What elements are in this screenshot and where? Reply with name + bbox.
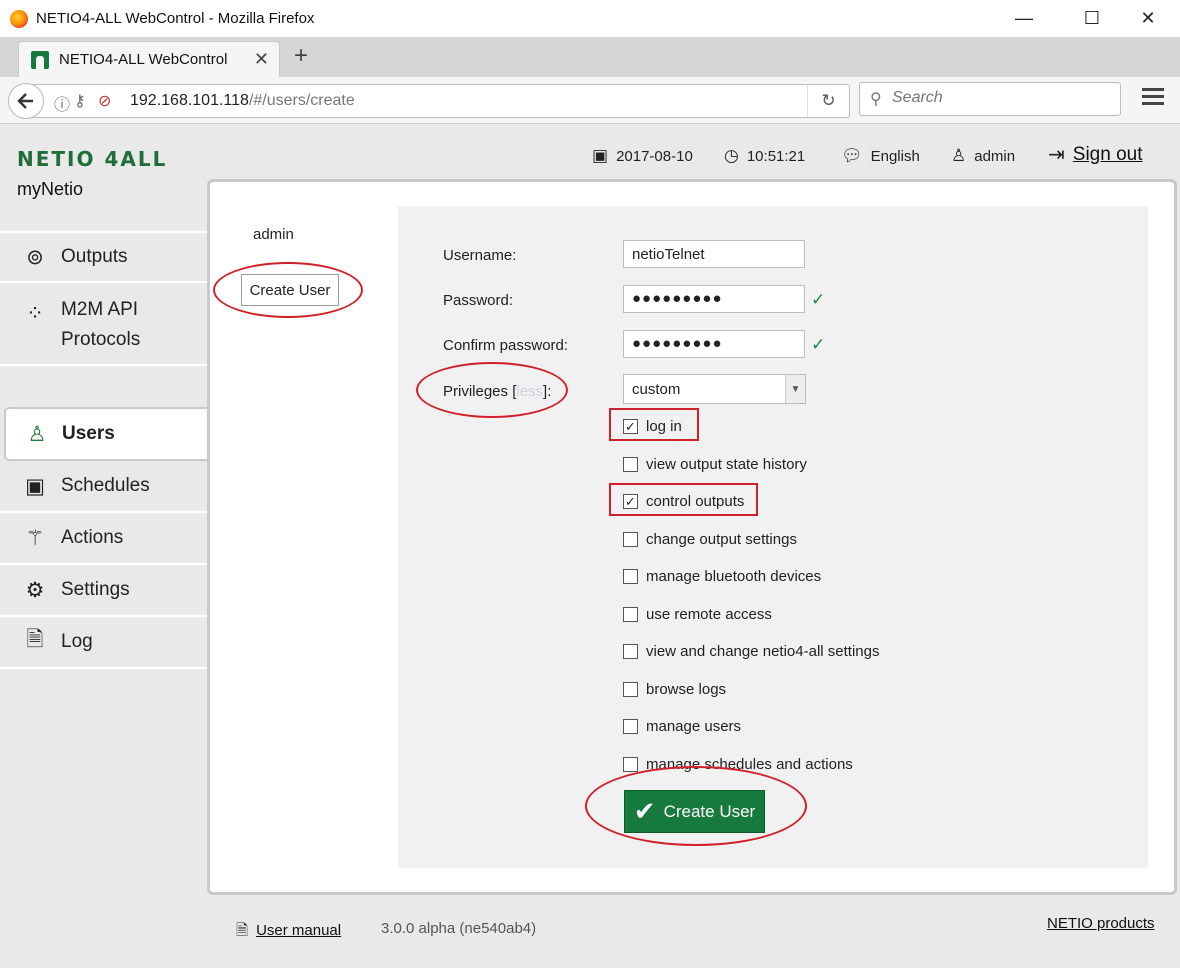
username-label: Username:	[443, 247, 517, 264]
privilege-change-output-settings[interactable]: change output settings	[623, 531, 797, 548]
user-manual-link[interactable]: 🗎︎ User manual	[236, 920, 341, 945]
calendar-icon: ▣	[592, 146, 609, 165]
sidebar-item-log[interactable]: 🗎︎ Log	[0, 617, 208, 669]
brand-logo: NETIO 4ALL	[17, 147, 168, 171]
url-text[interactable]: 192.168.101.118/#/users/create	[130, 92, 355, 110]
sidebar-item-schedules[interactable]: ▣ Schedules	[0, 461, 208, 513]
users-panel: admin Create User Username: Password: ●●…	[207, 179, 1177, 895]
username-field[interactable]	[623, 240, 805, 268]
sidebar-item-settings[interactable]: ⚙ Settings	[0, 565, 208, 617]
checkbox[interactable]	[623, 644, 638, 659]
password-field[interactable]: ●●●●●●●●●	[623, 285, 805, 313]
sign-out-icon: ⇥	[1048, 144, 1065, 166]
device-name: myNetio	[17, 179, 84, 199]
date-display: ▣ 2017-08-10	[592, 146, 693, 165]
netio-favicon-icon	[31, 50, 49, 69]
privilege-log-in[interactable]: ✓ log in	[623, 418, 682, 435]
key-icon[interactable]: ⚷	[74, 91, 86, 111]
create-user-tab-button[interactable]: Create User	[241, 274, 339, 306]
document-icon: 🗎︎	[26, 627, 44, 651]
m2m-icon: ⁘	[26, 302, 44, 325]
tab-strip: NETIO4-ALL WebControl ✕	[0, 37, 1180, 77]
checkbox[interactable]	[623, 682, 638, 697]
speech-bubble-icon: 💬︎	[841, 146, 863, 165]
calendar-icon: ▣	[25, 474, 45, 498]
minimize-button[interactable]: —	[1000, 0, 1048, 37]
checkbox[interactable]	[623, 532, 638, 547]
reload-icon[interactable]: ↻	[807, 85, 849, 117]
privilege-control-outputs[interactable]: ✓ control outputs	[623, 493, 744, 510]
checkbox[interactable]	[623, 607, 638, 622]
password-valid-check-icon: ✓	[811, 290, 826, 309]
outlet-icon: ⊚	[26, 245, 44, 269]
checkbox[interactable]: ✓	[623, 494, 638, 509]
time-display: ◷ 10:51:21	[724, 146, 806, 165]
privileges-label: Privileges [less]:	[443, 383, 552, 400]
gear-icon: ⚙	[25, 578, 45, 602]
user-icon: ♙	[951, 146, 967, 165]
checkbox[interactable]	[623, 569, 638, 584]
chevron-down-icon: ▼	[785, 375, 805, 403]
privilege-view-output-state-history[interactable]: view output state history	[623, 456, 807, 473]
sidebar-item-m2m-api[interactable]: ⁘ M2M API Protocols	[0, 283, 208, 366]
checkbox[interactable]: ✓	[623, 419, 638, 434]
firefox-logo-icon	[10, 9, 28, 28]
sidebar-item-users[interactable]: ♙ Users	[4, 407, 214, 461]
navigation-bar: ⓘ ⚷ ⊘ 192.168.101.118/#/users/create ↻ ⚲	[0, 77, 1180, 124]
user-icon: ♙	[27, 422, 47, 446]
insecure-lock-icon[interactable]: ⊘	[98, 91, 111, 111]
language-selector[interactable]: 💬︎ English	[841, 146, 920, 166]
window-title: NETIO4-ALL WebControl - Mozilla Firefox	[36, 10, 315, 27]
new-tab-button[interactable]: +	[294, 42, 308, 70]
close-window-button[interactable]: ✕	[1124, 0, 1172, 37]
back-button[interactable]	[8, 83, 44, 119]
document-icon: 🗎︎	[236, 922, 249, 939]
password-label: Password:	[443, 292, 514, 309]
privileges-select[interactable]: custom ▼	[623, 374, 806, 404]
create-user-submit-button[interactable]: ✔ Create User	[624, 790, 765, 833]
privilege-manage-bluetooth-devices[interactable]: manage bluetooth devices	[623, 568, 821, 585]
current-user[interactable]: ♙ admin	[951, 146, 1015, 166]
tab-close-icon[interactable]: ✕	[254, 49, 269, 70]
confirm-password-field[interactable]: ●●●●●●●●●	[623, 330, 805, 358]
back-arrow-icon	[17, 93, 33, 109]
confirm-password-label: Confirm password:	[443, 337, 569, 354]
sidebar-item-outputs[interactable]: ⊚ Outputs	[0, 231, 208, 283]
privilege-browse-logs[interactable]: browse logs	[623, 681, 726, 698]
hamburger-menu-icon[interactable]	[1142, 88, 1164, 109]
maximize-button[interactable]: ☐	[1068, 0, 1116, 37]
sign-out-link[interactable]: ⇥ Sign out	[1048, 142, 1143, 167]
window-title-bar: NETIO4-ALL WebControl - Mozilla Firefox …	[0, 0, 1180, 37]
netio-products-link[interactable]: NETIO products	[1047, 915, 1155, 932]
checkbox[interactable]	[623, 757, 638, 772]
privilege-use-remote-access[interactable]: use remote access	[623, 606, 772, 623]
checkbox[interactable]	[623, 719, 638, 734]
less-link[interactable]: less	[516, 383, 543, 400]
search-icon: ⚲	[870, 91, 882, 108]
page-content: NETIO 4ALL myNetio ▣ 2017-08-10 ◷ 10:51:21…	[0, 125, 1180, 968]
info-icon[interactable]: ⓘ	[54, 91, 70, 115]
search-box[interactable]: ⚲	[859, 82, 1121, 116]
privilege-manage-users[interactable]: manage users	[623, 718, 741, 735]
search-input[interactable]	[892, 89, 1112, 107]
privilege-manage-schedules-actions[interactable]: manage schedules and actions	[623, 756, 853, 773]
privilege-view-change-settings[interactable]: view and change netio4-all settings	[623, 643, 879, 660]
sidebar-item-actions[interactable]: ⚚ Actions	[0, 513, 208, 565]
create-user-form: Username: Password: ●●●●●●●●● ✓ Confirm …	[398, 206, 1148, 868]
browser-tab[interactable]: NETIO4-ALL WebControl ✕	[18, 41, 280, 77]
user-list-item[interactable]: admin	[253, 226, 294, 243]
version-text: 3.0.0 alpha (ne540ab4)	[381, 920, 537, 937]
tab-title: NETIO4-ALL WebControl	[59, 51, 228, 68]
magic-wand-icon: ⚚	[25, 526, 45, 550]
clock-icon: ◷	[724, 146, 739, 165]
url-bar[interactable]: ⓘ ⚷ ⊘ 192.168.101.118/#/users/create ↻	[30, 84, 850, 118]
checkmark-icon: ✔	[633, 796, 656, 826]
confirm-valid-check-icon: ✓	[811, 335, 826, 354]
checkbox[interactable]	[623, 457, 638, 472]
